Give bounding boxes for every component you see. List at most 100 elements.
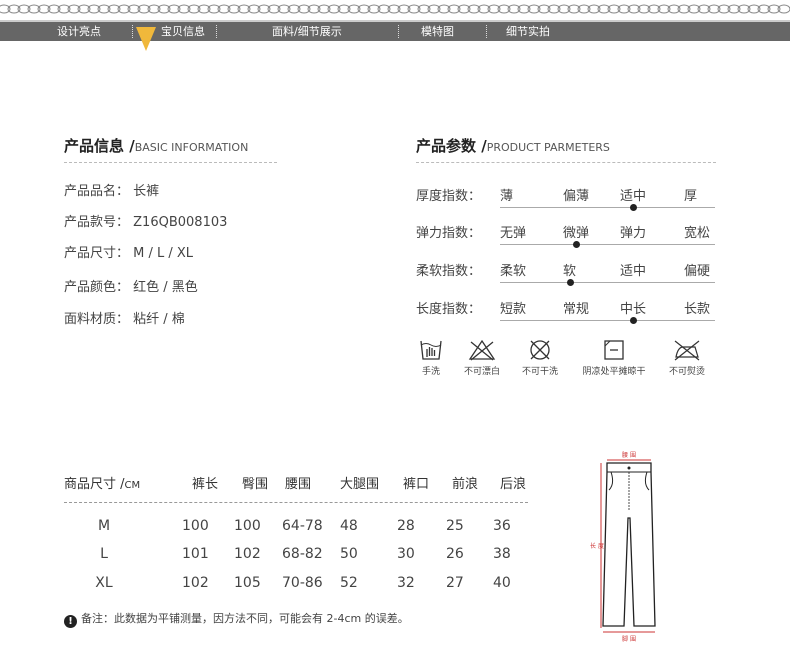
- size-cell: 64-78: [282, 518, 323, 534]
- info-row-style-no: 产品款号： Z16QB008103: [64, 211, 227, 230]
- size-cell: 28: [397, 518, 415, 534]
- no-iron-icon: [674, 340, 700, 361]
- size-cell: 70-86: [282, 575, 323, 591]
- size-cell: 48: [340, 518, 358, 534]
- nav-divider: [486, 25, 487, 38]
- param-option: 弹力: [620, 226, 647, 241]
- param-option: 常规: [563, 302, 590, 317]
- care-item-flat-dry: 阴凉处平摊晾干: [577, 338, 651, 377]
- param-option: 薄: [500, 189, 514, 204]
- param-label: 长度指数：: [416, 302, 482, 317]
- size-header-unit: CM: [124, 480, 141, 491]
- info-label: 产品款号：: [64, 215, 130, 230]
- nav-divider: [132, 25, 133, 38]
- waist-label: 腰 围: [622, 452, 636, 459]
- info-value: 粘纤 / 棉: [133, 312, 185, 327]
- alert-icon: !: [64, 615, 77, 628]
- divider: [64, 162, 277, 163]
- size-column-header: 后浪: [500, 477, 527, 492]
- nav-item-model[interactable]: 模特图: [421, 22, 454, 41]
- info-row-size: 产品尺寸： M / L / XL: [64, 242, 193, 261]
- size-cell: 36: [493, 518, 511, 534]
- size-cell: 27: [446, 575, 464, 591]
- care-label: 不可干洗: [521, 367, 558, 377]
- care-label: 手洗: [421, 367, 440, 377]
- info-row-name: 产品品名： 长裤: [64, 180, 159, 199]
- size-column-header: 裤长: [192, 477, 219, 492]
- param-option: 中长: [620, 302, 647, 317]
- care-item-hand-wash: 手洗: [414, 338, 448, 377]
- info-value: 红色 / 黑色: [133, 280, 198, 295]
- no-tumble-dry-icon: [530, 340, 550, 360]
- param-label: 柔软指数：: [416, 264, 482, 279]
- nav-item-fabric-detail[interactable]: 面料/细节展示: [272, 22, 342, 41]
- hand-wash-icon: [420, 340, 442, 360]
- size-row-label: M: [97, 518, 111, 534]
- size-cell: 100: [182, 518, 209, 534]
- param-scale-line: [500, 207, 715, 208]
- param-option: 偏薄: [563, 189, 590, 204]
- section-nav-bar: 设计亮点 宝贝信息 面料/细节展示 模特图 细节实拍: [0, 22, 790, 41]
- size-cell: 105: [234, 575, 261, 591]
- size-cell: 101: [182, 546, 209, 562]
- care-item-no-bleach: 不可漂白: [460, 338, 504, 377]
- param-selected-marker: [566, 279, 574, 286]
- nav-divider: [216, 25, 217, 38]
- info-label: 产品尺寸：: [64, 246, 130, 261]
- info-label: 产品品名：: [64, 184, 130, 199]
- params-title: 产品参数 /PRODUCT PARMETERS: [416, 135, 610, 156]
- hem-label: 脚 围: [622, 635, 636, 643]
- nav-item-design[interactable]: 设计亮点: [57, 22, 101, 41]
- param-selected-marker: [630, 317, 637, 324]
- param-option: 厚: [684, 189, 698, 204]
- size-cell: 102: [182, 575, 209, 591]
- no-bleach-icon: [468, 339, 496, 361]
- size-cell: 38: [493, 546, 511, 562]
- care-item-no-iron: 不可熨烫: [664, 338, 710, 377]
- param-option: 软: [563, 264, 577, 279]
- size-column-header: 大腿围: [340, 477, 380, 492]
- active-nav-pointer: [136, 27, 156, 51]
- nav-item-detail-photos[interactable]: 细节实拍: [506, 22, 550, 41]
- basic-info-title-cn: 产品信息 /: [64, 137, 135, 155]
- size-column-header: 裤口: [403, 477, 430, 492]
- param-option: 适中: [620, 264, 647, 279]
- basic-info-title: 产品信息 /BASIC INFORMATION: [64, 135, 248, 156]
- basic-info-title-en: BASIC INFORMATION: [134, 141, 249, 154]
- size-header-label: 商品尺寸 /: [64, 477, 125, 492]
- measurement-note: ! 备注：此数据为平铺测量，因方法不同，可能会有 2-4cm 的误差。: [64, 610, 409, 628]
- param-selected-marker: [573, 241, 580, 248]
- size-column-header: 前浪: [452, 477, 479, 492]
- size-table-header-size: 商品尺寸 /CM: [64, 473, 140, 492]
- info-label: 产品颜色：: [64, 280, 130, 295]
- flat-dry-shade-icon: [604, 340, 624, 360]
- care-label: 不可漂白: [463, 367, 500, 377]
- pants-size-diagram: 腰 围 长 度 脚 围: [590, 452, 656, 643]
- info-value: M / L / XL: [133, 246, 194, 261]
- size-cell: 50: [340, 546, 358, 562]
- param-label: 厚度指数：: [416, 189, 482, 204]
- size-column-header: 腰围: [285, 477, 312, 492]
- info-row-color: 产品颜色： 红色 / 黑色: [64, 276, 198, 295]
- params-title-en: PRODUCT PARMETERS: [486, 141, 610, 154]
- param-option: 长款: [684, 302, 711, 317]
- size-cell: 26: [446, 546, 464, 562]
- divider: [64, 502, 528, 503]
- param-option: 微弹: [563, 226, 590, 241]
- care-label: 不可熨烫: [668, 367, 705, 377]
- size-cell: 32: [397, 575, 415, 591]
- param-scale-line: [500, 320, 715, 321]
- param-label: 弹力指数：: [416, 226, 482, 241]
- param-option: 宽松: [684, 226, 711, 241]
- info-row-material: 面料材质： 粘纤 / 棉: [64, 308, 185, 327]
- care-label: 阴凉处平摊晾干: [582, 367, 646, 377]
- params-title-cn: 产品参数 /: [416, 137, 487, 155]
- size-column-header: 臀围: [242, 477, 269, 492]
- info-label: 面料材质：: [64, 312, 130, 327]
- length-label: 长 度: [590, 542, 604, 550]
- size-row-label: L: [100, 546, 108, 562]
- info-value: 长裤: [133, 184, 160, 199]
- size-row-label: XL: [95, 575, 113, 591]
- nav-item-product-info[interactable]: 宝贝信息: [161, 22, 205, 41]
- param-selected-marker: [630, 204, 637, 211]
